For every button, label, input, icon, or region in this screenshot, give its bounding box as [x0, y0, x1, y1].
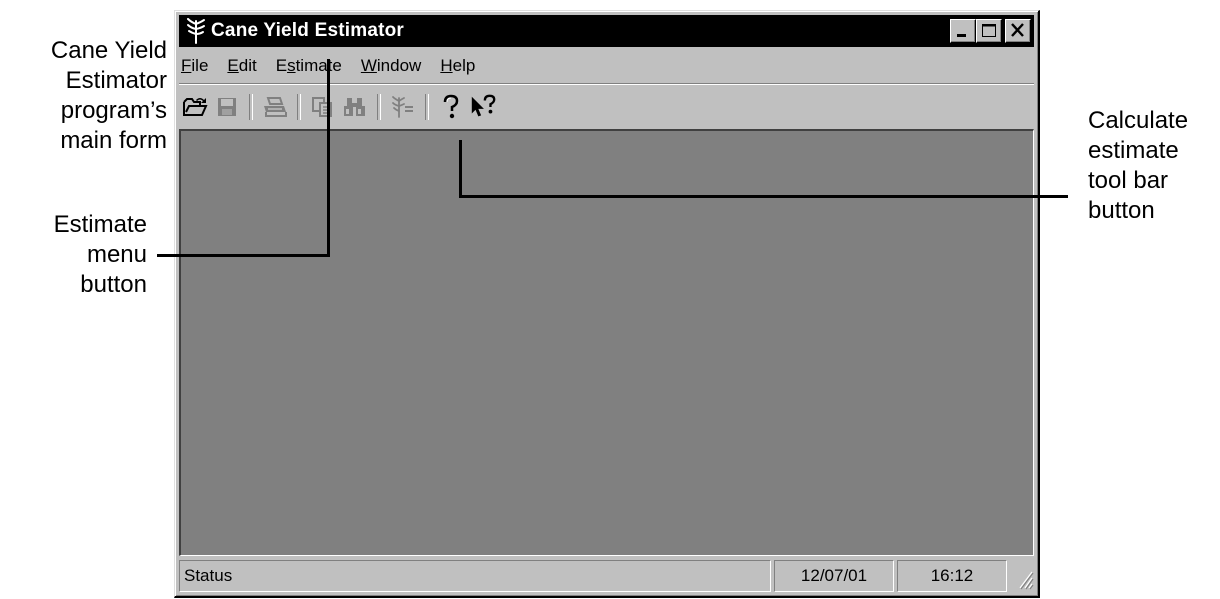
callout-main-form: Cane Yield Estimator program’s main form — [51, 36, 167, 156]
status-bar: Status 12/07/01 16:12 — [179, 560, 1034, 592]
toolbar-separator — [297, 94, 301, 120]
toolbar-separator — [377, 94, 381, 120]
callout-line-4: main form — [60, 127, 167, 154]
find-button[interactable] — [341, 93, 369, 121]
callout-line-1: Estimate — [53, 211, 147, 238]
mdi-client-area[interactable] — [179, 129, 1034, 556]
callout-line-3: program’s — [60, 97, 167, 124]
help-icon — [443, 94, 459, 119]
window-title: Cane Yield Estimator — [211, 20, 405, 41]
resize-grip-icon[interactable] — [1010, 560, 1034, 592]
save-disk-icon — [218, 98, 236, 116]
callout-line-2: estimate — [1088, 137, 1179, 164]
callout-line-2: menu — [86, 241, 147, 268]
open-folder-icon — [183, 98, 208, 116]
title-bar[interactable]: Cane Yield Estimator — [179, 15, 1034, 47]
copy-button[interactable] — [309, 93, 337, 121]
time-panel: 16:12 — [897, 560, 1007, 592]
menu-help[interactable]: Help — [432, 56, 483, 76]
callout-calculate-button: Calculate estimate tool bar button — [1088, 106, 1188, 226]
calculate-estimate-button[interactable] — [389, 93, 417, 121]
maximize-button[interactable] — [976, 19, 1002, 43]
tool-bar — [179, 87, 1034, 127]
open-button[interactable] — [181, 93, 209, 121]
menu-window[interactable]: Window — [353, 56, 429, 76]
maximize-icon — [982, 24, 996, 37]
menu-bar: File Edit Estimate Window Help — [179, 49, 1034, 84]
minimize-icon — [957, 34, 966, 37]
close-icon — [1011, 23, 1024, 37]
calculate-leader-horizontal — [459, 195, 1068, 198]
menu-file[interactable]: File — [179, 56, 216, 76]
resize-grip-lines — [1019, 571, 1034, 590]
callout-line-3: tool bar — [1088, 167, 1169, 194]
context-help-icon — [471, 94, 496, 117]
find-binoculars-icon — [344, 98, 365, 116]
estimate-menu-leader-horizontal — [157, 254, 330, 257]
date-panel: 12/07/01 — [774, 560, 894, 592]
callout-line-4: button — [1088, 197, 1155, 224]
menu-estimate[interactable]: Estimate — [268, 56, 350, 76]
calculate-leader-vertical — [459, 140, 462, 198]
print-button[interactable] — [261, 93, 289, 121]
toolbar-separator — [249, 94, 253, 120]
menu-edit[interactable]: Edit — [219, 56, 264, 76]
copy-icon — [312, 97, 332, 117]
callout-line-3: button — [80, 271, 147, 298]
toolbar-separator — [425, 94, 429, 120]
status-panel: Status — [179, 560, 771, 592]
context-help-button[interactable] — [469, 93, 497, 121]
print-icon — [264, 97, 287, 117]
calculate-estimate-icon — [392, 96, 413, 118]
close-button[interactable] — [1005, 19, 1031, 43]
estimate-menu-leader-vertical — [327, 59, 330, 257]
main-window: Cane Yield Estimator File Edit Estimate … — [174, 10, 1040, 598]
window-controls — [950, 19, 1031, 43]
help-button[interactable] — [437, 93, 465, 121]
callout-line-1: Cane Yield — [50, 37, 167, 64]
save-button[interactable] — [213, 93, 241, 121]
callout-line-2: Estimator — [65, 67, 167, 94]
callout-estimate-menu: Estimate menu button — [54, 210, 147, 300]
minimize-button[interactable] — [950, 19, 976, 43]
callout-line-1: Calculate — [1088, 107, 1189, 134]
sugarcane-app-icon — [185, 18, 207, 44]
